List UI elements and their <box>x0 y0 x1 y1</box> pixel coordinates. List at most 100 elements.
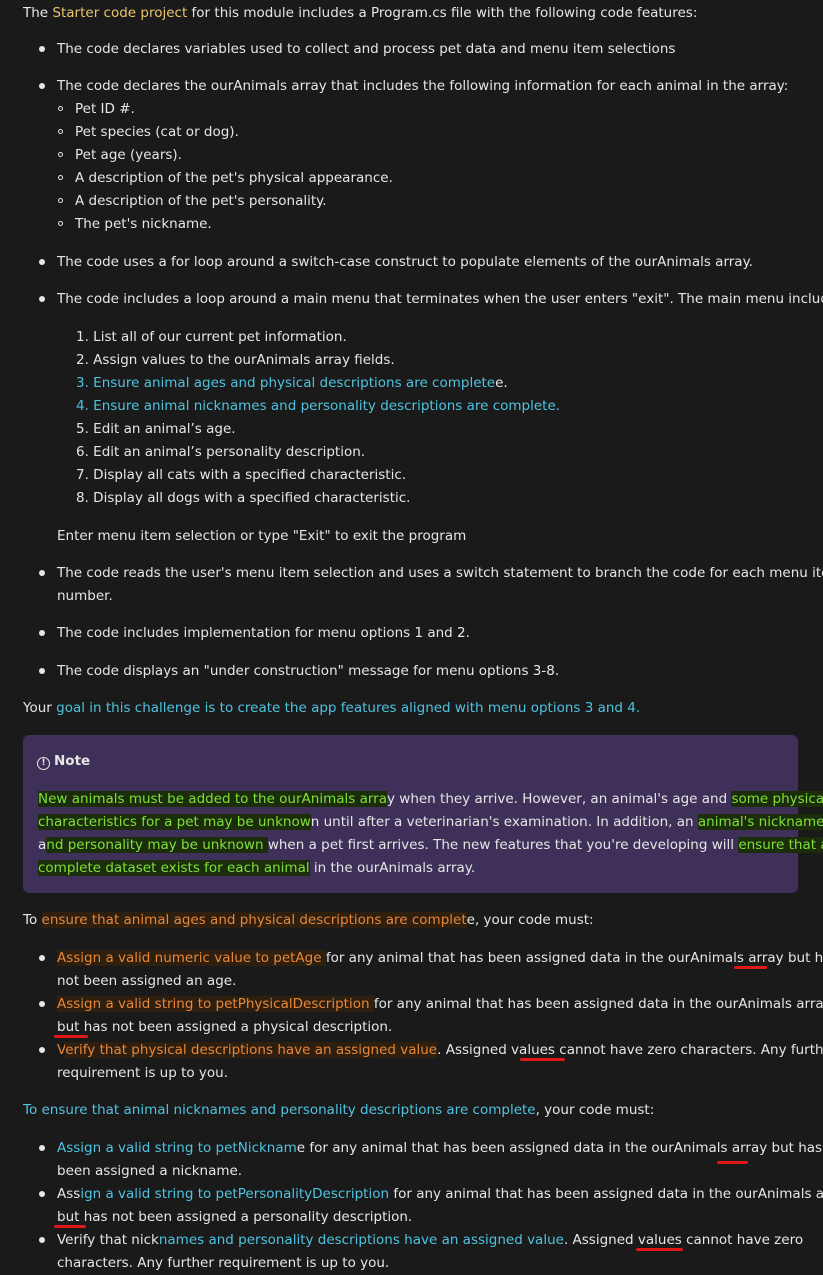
sub-bullet-icon <box>58 198 63 203</box>
req-cannot: cannot <box>559 1042 606 1058</box>
section2-item-2-cont: but has not been assigned a personality … <box>57 1206 412 1229</box>
req-but: but <box>57 1019 80 1035</box>
bullet-icon <box>39 1191 45 1197</box>
req-text: . Assigned values <box>437 1042 560 1058</box>
menu-item-5: 5. Edit an animal’s age. <box>76 421 236 437</box>
feature-item-3: The code uses a for loop around a switch… <box>57 254 753 270</box>
feature-item-4: The code includes a loop around a main m… <box>57 291 823 307</box>
animal-field-6: The pet's nickname. <box>75 216 212 232</box>
menu-item-4: 4. Ensure animal nicknames and personali… <box>76 398 561 414</box>
note-text: in the ourAnimals array. <box>309 860 476 876</box>
feature-item-5-cont: number. <box>57 588 113 604</box>
section2-highlight: To ensure <box>23 1102 88 1118</box>
note-highlight: ensure that a <box>738 837 823 853</box>
menu-item-6: 6. Edit an animal’s personality descript… <box>76 444 366 460</box>
feature-item-6: The code includes implementation for men… <box>57 625 470 641</box>
bullet-icon <box>39 955 45 961</box>
section1-rest: e, your code must: <box>466 912 594 928</box>
feature-item-5: The code reads the user's menu item sele… <box>57 565 823 581</box>
feature-item-2: The code declares the ourAnimals array t… <box>57 78 789 94</box>
section1-item-1: Assign a valid numeric value to petAge f… <box>57 947 823 970</box>
red-underline-mark <box>636 1248 683 1251</box>
section2-item-3: Verify that nicknames and personality de… <box>57 1229 803 1252</box>
note-highlight: complete dataset exists for each animal <box>38 860 310 876</box>
section2-item-2: Assign a valid string to petPersonalityD… <box>57 1183 823 1206</box>
goal-paragraph: Your goal in this challenge is to create… <box>23 697 640 720</box>
bullet-icon <box>39 46 45 52</box>
goal-highlight: goal in this challenge is to create the … <box>56 700 641 716</box>
req-but: but <box>57 1209 80 1225</box>
section1-item-3: Verify that physical descriptions have a… <box>57 1039 823 1062</box>
bullet-icon <box>39 296 45 302</box>
note-highlight: animal's nickname <box>697 814 823 830</box>
animal-field-3: Pet age (years). <box>75 147 182 163</box>
note-line-4: complete dataset exists for each animal … <box>38 857 475 880</box>
section1-item-3-cont: requirement is up to you. <box>57 1065 229 1081</box>
sub-bullet-icon <box>58 221 63 226</box>
intro-paragraph: The Starter code project for this module… <box>23 2 697 25</box>
req-text: e for any animal that has been assigned … <box>296 1140 772 1156</box>
req-text: Verify that nick <box>57 1232 159 1248</box>
info-icon: ! <box>37 757 50 770</box>
req-highlight: erify that physical descriptions have an… <box>65 1042 438 1058</box>
note-title: ! Note <box>37 750 90 773</box>
req-highlight: Assign a valid numeric value to petAge <box>57 950 326 966</box>
section1-highlight: ensure that animal ages and physical des… <box>41 912 467 928</box>
req-text: Ass <box>57 1186 81 1202</box>
note-highlight: some physical <box>731 791 823 807</box>
req-text: has not <box>798 1140 823 1156</box>
bullet-icon <box>39 668 45 674</box>
section2-item-3-cont: characters. Any further requirement is u… <box>57 1255 390 1271</box>
bullet-icon <box>39 83 45 89</box>
intro-suffix: for this module includes a Program.cs fi… <box>187 5 698 21</box>
req-cannot: cannot <box>686 1232 733 1248</box>
req-text: . Assigned values <box>563 1232 687 1248</box>
req-text: has <box>814 950 823 966</box>
note-highlight: New animals must be added to the ourAnim… <box>38 791 387 807</box>
red-underline-mark <box>520 1058 565 1061</box>
starter-code-link[interactable]: Starter code project <box>52 5 187 21</box>
note-line-1: New animals must be added to the ourAnim… <box>38 788 823 811</box>
animal-field-1: Pet ID #. <box>75 101 135 117</box>
menu-item-3-tail: e. <box>495 375 508 391</box>
req-text: has not been assigned a personality desc… <box>79 1209 413 1225</box>
red-underline-mark <box>734 966 767 969</box>
document-page: The Starter code project for this module… <box>0 0 823 1275</box>
req-highlight: names and personality descriptions have … <box>158 1232 564 1248</box>
note-text: n until after a veterinarian's examinati… <box>310 814 698 830</box>
note-line-3: and personality may be unknown when a pe… <box>38 834 823 857</box>
bullet-icon <box>39 630 45 636</box>
req-text: have zero characters. Any further <box>605 1042 823 1058</box>
menu-prompt: Enter menu item selection or type "Exit"… <box>57 528 467 544</box>
menu-item-3: 3. Ensure animal ages and physical descr… <box>76 372 508 395</box>
section2-item-1: Assign a valid string to petNickname for… <box>57 1137 823 1160</box>
bullet-icon <box>39 1047 45 1053</box>
note-line-2: characteristics for a pet may be unknown… <box>38 811 823 834</box>
animal-field-2: Pet species (cat or dog). <box>75 124 239 140</box>
req-text: V <box>57 1042 66 1058</box>
section1-item-2: Assign a valid string to petPhysicalDesc… <box>57 993 823 1016</box>
req-text: has not been assigned a physical descrip… <box>79 1019 393 1035</box>
req-highlight: Assign a valid string to petPhysicalDesc… <box>57 996 374 1012</box>
menu-item-7: 7. Display all cats with a specified cha… <box>76 467 407 483</box>
animal-field-4: A description of the pet's physical appe… <box>75 170 393 186</box>
bullet-icon <box>39 259 45 265</box>
note-text: when a pet first arrives. The new featur… <box>267 837 739 853</box>
feature-item-1: The code declares variables used to coll… <box>57 41 676 57</box>
menu-item-1: 1. List all of our current pet informati… <box>76 329 347 345</box>
req-but: but <box>787 950 811 966</box>
menu-item-2: 2. Assign values to the ourAnimals array… <box>76 352 395 368</box>
sub-bullet-icon <box>58 106 63 111</box>
bullet-icon <box>39 1145 45 1151</box>
red-underline-mark <box>717 1161 748 1164</box>
goal-prefix: Your <box>23 700 57 716</box>
sub-bullet-icon <box>58 175 63 180</box>
feature-item-7: The code displays an "under construction… <box>57 663 560 679</box>
section1-heading: To ensure that animal ages and physical … <box>23 909 594 932</box>
red-underline-mark <box>54 1035 88 1038</box>
menu-item-3-highlight: 3. Ensure animal ages and physical descr… <box>76 375 496 391</box>
section2-heading: To ensure that animal nicknames and pers… <box>23 1099 654 1122</box>
note-title-text: Note <box>54 753 91 769</box>
section2-highlight: that animal nicknames and personality de… <box>87 1102 536 1118</box>
note-highlight: nd personality may be unknown <box>46 837 268 853</box>
